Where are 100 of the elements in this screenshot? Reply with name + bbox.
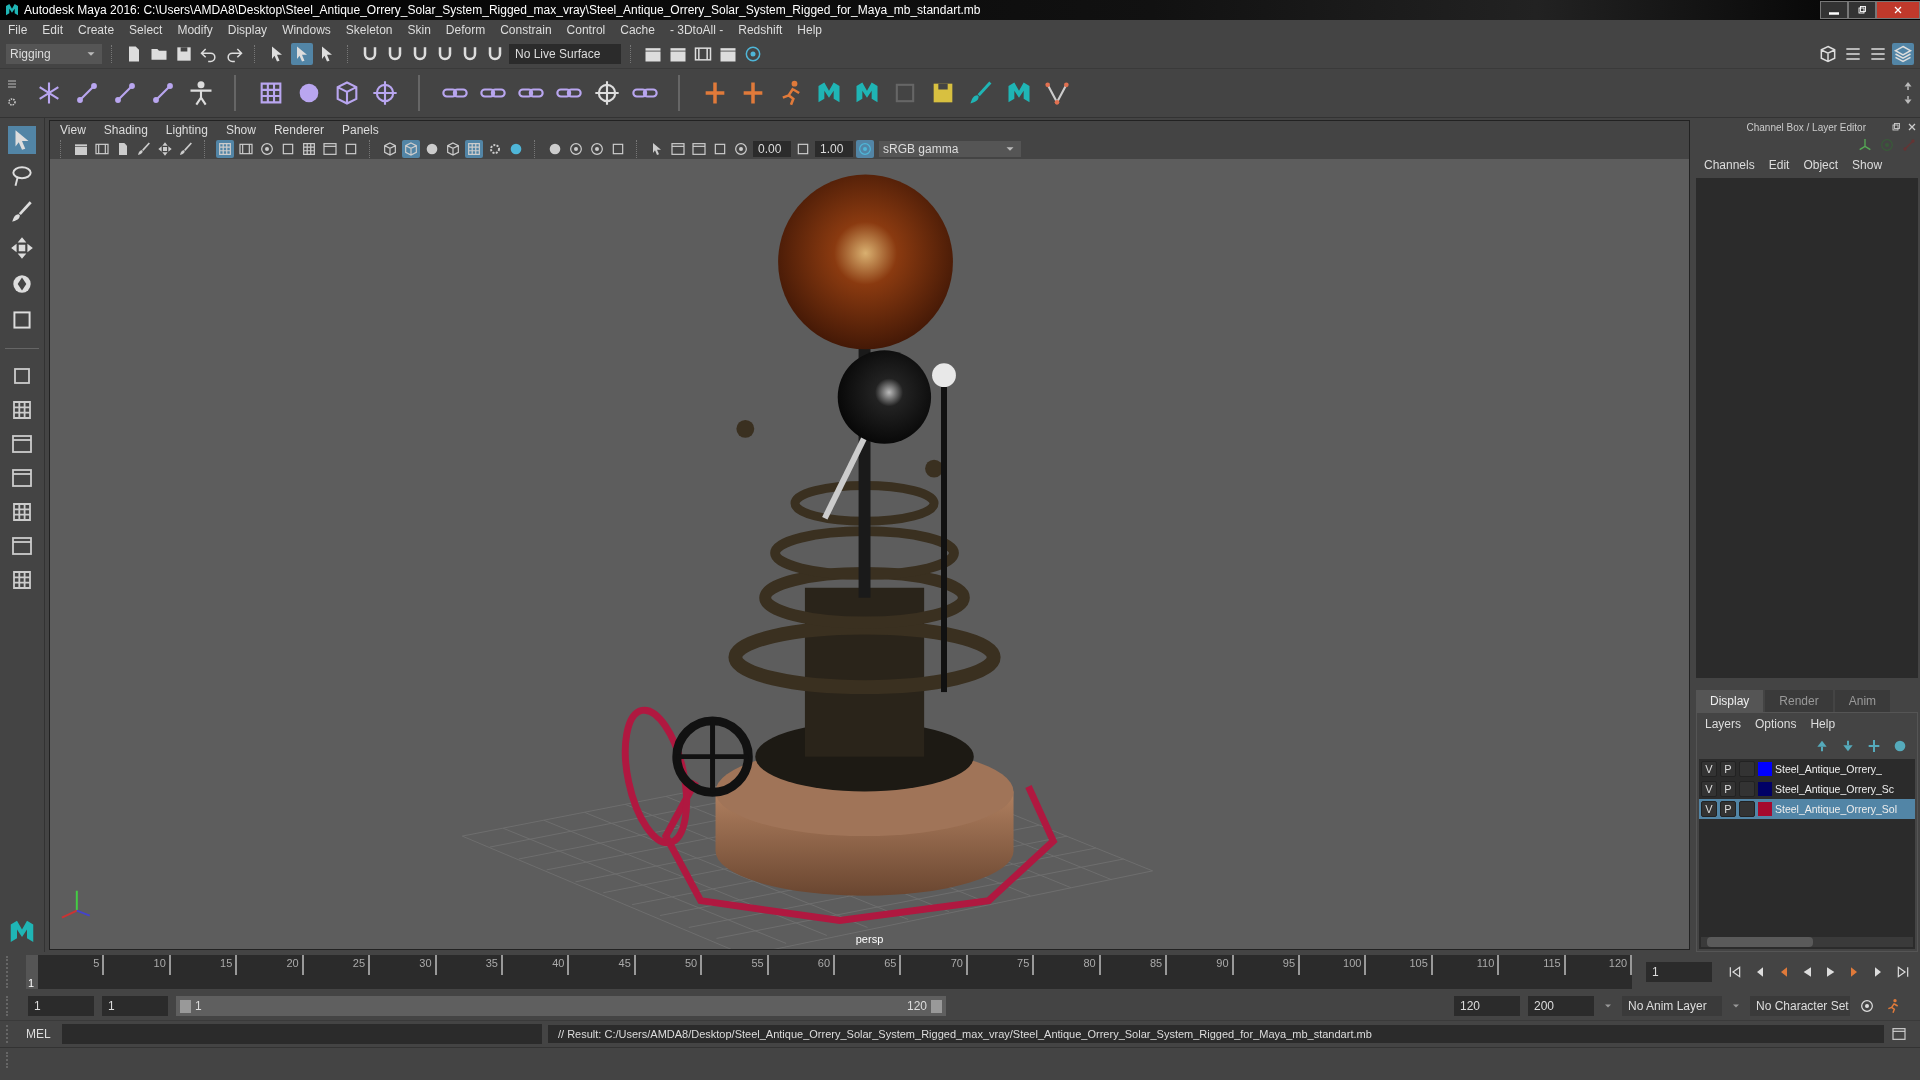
cube-icon[interactable]	[444, 140, 462, 158]
layer-row[interactable]: V P Steel_Antique_Orrery_Sc	[1699, 779, 1915, 799]
layer-row[interactable]: V P Steel_Antique_Orrery_	[1699, 759, 1915, 779]
brush-icon[interactable]	[135, 140, 153, 158]
tab[interactable]: Anim	[1834, 690, 1891, 712]
visibility-toggle[interactable]: V	[1701, 781, 1717, 797]
viewport-menu-item[interactable]: Shading	[103, 123, 148, 137]
menu-item[interactable]: Redshift	[738, 23, 783, 37]
layer-menu-item[interactable]: Options	[1755, 717, 1797, 731]
menu-icon[interactable]	[6, 78, 18, 90]
channel-box-menu-item[interactable]: Object	[1803, 158, 1839, 172]
shelf-scroll-control[interactable]	[1902, 80, 1914, 106]
channel-box-menu-item[interactable]: Edit	[1768, 158, 1790, 172]
window-icon[interactable]	[669, 140, 687, 158]
reference-toggle[interactable]	[1739, 801, 1755, 817]
restore-button[interactable]	[1848, 1, 1876, 19]
mode-dropdown[interactable]: Rigging	[6, 44, 102, 64]
tab[interactable]: Render	[1765, 690, 1833, 712]
menu-item[interactable]: Display	[227, 23, 268, 37]
layers-icon[interactable]	[1892, 43, 1914, 65]
layer-color-swatch[interactable]	[1758, 782, 1772, 796]
window-icon[interactable]	[321, 140, 339, 158]
cube-icon[interactable]	[381, 140, 399, 158]
frame-number: 30	[419, 957, 433, 971]
float-panel-icon[interactable]	[1890, 121, 1902, 133]
current-frame-field[interactable]: 1	[1646, 962, 1712, 982]
command-input-field[interactable]	[62, 1024, 542, 1044]
close-icon[interactable]	[1906, 121, 1918, 133]
crosshair-icon[interactable]	[592, 78, 622, 108]
brush-icon[interactable]	[177, 140, 195, 158]
playback-toggle[interactable]: P	[1720, 801, 1736, 817]
layer-row[interactable]: V P Steel_Antique_Orrery_Sol	[1699, 799, 1915, 819]
menu-item[interactable]: Control	[566, 23, 606, 37]
crosshair-icon[interactable]	[370, 78, 400, 108]
menu-item[interactable]: Modify	[177, 23, 213, 37]
grid-icon[interactable]	[216, 140, 234, 158]
layer-menu-item[interactable]: Help	[1810, 717, 1836, 731]
playback-toggle[interactable]: P	[1720, 781, 1736, 797]
scroll-up-icon[interactable]	[1902, 80, 1914, 92]
menu-item[interactable]: - 3DtoAll -	[669, 23, 724, 37]
color-space-dropdown[interactable]: sRGB gamma	[879, 141, 1021, 157]
menu-item[interactable]: Cache	[620, 23, 655, 37]
menu-item[interactable]: Constrain	[500, 23, 552, 37]
frame-number: 65	[884, 957, 898, 971]
menu-item[interactable]: Edit	[42, 23, 64, 37]
grid-icon[interactable]	[465, 140, 483, 158]
frame-number: 20	[286, 957, 300, 971]
frame-number: 35	[485, 957, 499, 971]
end-frame-field[interactable]: 200	[1528, 996, 1594, 1016]
viewport-menu-item[interactable]: Panels	[341, 123, 379, 137]
scroll-down-icon[interactable]	[1902, 94, 1914, 106]
restore-icon	[1856, 4, 1868, 16]
ring-icon[interactable]	[588, 140, 606, 158]
gamma-field[interactable]: 1.00	[815, 141, 853, 157]
range-slider[interactable]: 1 120	[176, 996, 946, 1016]
current-frame-marker[interactable]: 1	[26, 955, 38, 989]
character-set-dropdown[interactable]: No Character Set	[1750, 996, 1850, 1016]
playback-toggle[interactable]: P	[1720, 761, 1736, 777]
start-frame-field[interactable]: 1	[28, 996, 94, 1016]
window-icon[interactable]	[690, 140, 708, 158]
playback-end-field[interactable]: 120	[1454, 996, 1520, 1016]
layer-color-swatch[interactable]	[1758, 802, 1772, 816]
layer-color-swatch[interactable]	[1758, 762, 1772, 776]
menu-item[interactable]: Help	[797, 23, 822, 37]
settings-icon[interactable]	[6, 96, 18, 108]
menu-item[interactable]: Windows	[282, 23, 331, 37]
grid-icon[interactable]	[300, 140, 318, 158]
playback-start-field[interactable]: 1	[102, 996, 168, 1016]
viewport-menu-item[interactable]: Lighting	[165, 123, 208, 137]
menu-item[interactable]: File	[8, 23, 28, 37]
menu-item[interactable]: Skin	[407, 23, 431, 37]
tab[interactable]: Display	[1696, 690, 1764, 712]
command-language-label[interactable]: MEL	[26, 1027, 56, 1041]
viewport-menu-item[interactable]: View	[60, 123, 86, 137]
minimize-button[interactable]	[1820, 1, 1848, 19]
exposure-field[interactable]: 0.00	[753, 141, 791, 157]
ring-icon[interactable]	[567, 140, 585, 158]
move-icon[interactable]	[156, 140, 174, 158]
anim-layer-dropdown[interactable]: No Anim Layer	[1622, 996, 1722, 1016]
channel-box-menu-item[interactable]: Channels	[1704, 158, 1755, 172]
menu-item[interactable]: Select	[129, 23, 163, 37]
menu-item[interactable]: Deform	[445, 23, 486, 37]
cursor-icon[interactable]	[291, 43, 313, 65]
frame-number: 105	[1409, 957, 1429, 971]
frame-number: 5	[93, 957, 101, 971]
live-surface-field[interactable]: No Live Surface	[509, 44, 621, 64]
viewport-menu-item[interactable]: Renderer	[273, 123, 324, 137]
visibility-toggle[interactable]: V	[1701, 801, 1717, 817]
menu-item[interactable]: Skeleton	[345, 23, 393, 37]
time-slider[interactable]: 1 5 10 15 20 25 30 35 40 45 50 55 60 65 70 75 80 85 90 95 100 105 110 115 120	[26, 955, 1632, 989]
layer-menu-item[interactable]: Layers	[1705, 717, 1742, 731]
minimize-icon	[1829, 11, 1839, 15]
frame-number: 10	[153, 957, 167, 971]
visibility-toggle[interactable]: V	[1701, 761, 1717, 777]
horizontal-scrollbar[interactable]	[1701, 937, 1913, 947]
viewport-menu-item[interactable]: Show	[225, 123, 256, 137]
channel-box-menu-item[interactable]: Show	[1852, 158, 1883, 172]
layer-name: Steel_Antique_Orrery_Sol	[1775, 803, 1897, 815]
ring-icon[interactable]	[258, 140, 276, 158]
menu-item[interactable]: Create	[78, 23, 115, 37]
